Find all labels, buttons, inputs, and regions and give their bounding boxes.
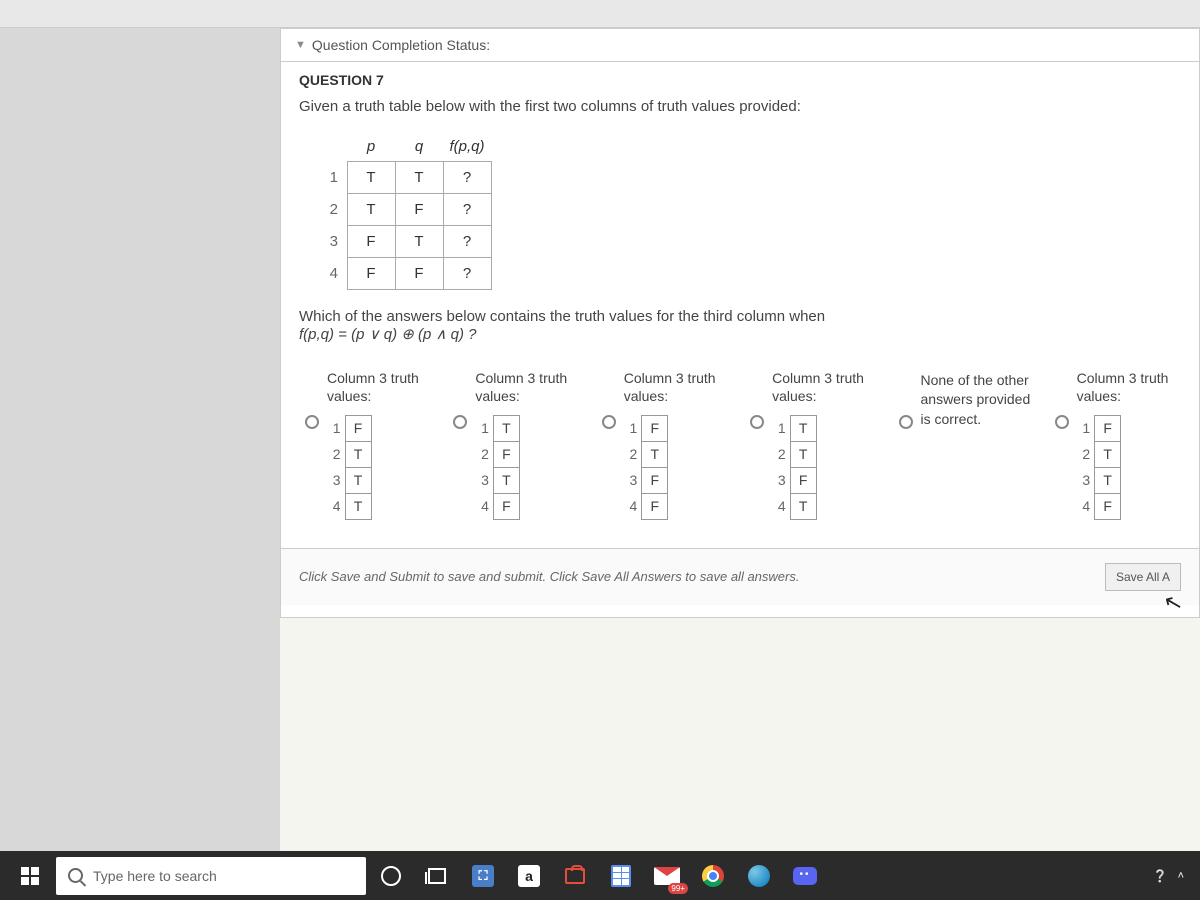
footer-bar: Click Save and Submit to save and submit… — [281, 548, 1199, 605]
option-c[interactable]: Column 3 truth values: 1F 2T 3F 4F — [602, 369, 728, 520]
tray-chevron-up-icon[interactable]: ˄ — [1178, 870, 1184, 882]
option-heading: Column 3 truth values: — [475, 369, 579, 405]
task-view-icon[interactable] — [416, 856, 458, 896]
truth-table: p q f(p,q) 1 T T ? 2 T F ? 3 — [321, 133, 492, 290]
calculator-icon[interactable] — [600, 856, 642, 896]
radio-icon[interactable] — [453, 415, 467, 429]
th-fpq: f(p,q) — [443, 133, 491, 161]
option-a-table: 1F 2T 3T 4T — [327, 415, 372, 520]
none-option-text: None of the other answers provided is co… — [921, 371, 1033, 430]
radio-icon[interactable] — [602, 415, 616, 429]
browser-chrome-top — [0, 0, 1200, 28]
amazon-icon[interactable]: a — [508, 856, 550, 896]
option-d-table: 1T 2T 3F 4T — [772, 415, 817, 520]
option-b[interactable]: Column 3 truth values: 1T 2F 3T 4F — [453, 369, 579, 520]
radio-icon[interactable] — [750, 415, 764, 429]
option-b-table: 1T 2F 3T 4F — [475, 415, 520, 520]
table-row: 1 T T ? — [321, 161, 491, 193]
save-all-answers-button[interactable]: Save All A — [1105, 563, 1181, 591]
taskbar-search[interactable]: Type here to search — [56, 857, 366, 895]
table-row: 4 F F ? — [321, 257, 491, 289]
radio-icon[interactable] — [1055, 415, 1069, 429]
option-none[interactable]: None of the other answers provided is co… — [899, 369, 1033, 430]
option-c-table: 1F 2T 3F 4F — [624, 415, 669, 520]
microsoft-store-icon[interactable]: ⛶ — [462, 856, 504, 896]
table-row: 3 F T ? — [321, 225, 491, 257]
th-p: p — [347, 133, 395, 161]
cortana-icon[interactable] — [370, 856, 412, 896]
tray-help-icon[interactable]: ❔ — [1153, 869, 1168, 883]
radio-icon[interactable] — [899, 415, 913, 429]
question-number: QUESTION 7 — [281, 62, 1199, 94]
option-f[interactable]: Column 3 truth values: 1F 2T 3T 4F — [1055, 369, 1181, 520]
chrome-icon[interactable] — [692, 856, 734, 896]
content-area: ▼ Question Completion Status: QUESTION 7… — [280, 28, 1200, 851]
windows-logo-icon — [21, 867, 39, 885]
table-row: 2 T F ? — [321, 193, 491, 225]
windows-taskbar: Type here to search ⛶ a 99+ ❔ ˄ — [0, 851, 1200, 900]
sub-prompt: Which of the answers below contains the … — [299, 308, 1181, 343]
question-completion-status-bar[interactable]: ▼ Question Completion Status: — [280, 28, 1200, 62]
system-tray[interactable]: ❔ ˄ — [1153, 869, 1192, 883]
footer-hint: Click Save and Submit to save and submit… — [299, 569, 799, 584]
question-panel: QUESTION 7 Given a truth table below wit… — [280, 62, 1200, 618]
question-body: Given a truth table below with the first… — [281, 94, 1199, 520]
mail-icon[interactable]: 99+ — [646, 856, 688, 896]
option-heading: Column 3 truth values: — [624, 369, 728, 405]
option-a[interactable]: Column 3 truth values: 1F 2T 3T 4T — [305, 369, 431, 520]
option-heading: Column 3 truth values: — [327, 369, 431, 405]
option-f-table: 1F 2T 3T 4F — [1077, 415, 1122, 520]
mail-badge: 99+ — [668, 883, 688, 894]
option-heading: Column 3 truth values: — [1077, 369, 1181, 405]
status-label: Question Completion Status: — [312, 37, 490, 53]
option-heading: Column 3 truth values: — [772, 369, 876, 405]
th-blank — [321, 133, 347, 161]
search-icon — [68, 868, 83, 883]
chevron-down-icon: ▼ — [295, 39, 306, 51]
th-q: q — [395, 133, 443, 161]
question-prompt: Given a truth table below with the first… — [299, 98, 1181, 115]
snip-icon[interactable] — [554, 856, 596, 896]
formula: f(p,q) = (p ∨ q) ⊕ (p ∧ q) ? — [299, 326, 477, 343]
options-row: Column 3 truth values: 1F 2T 3T 4T Colum… — [299, 369, 1181, 520]
radio-icon[interactable] — [305, 415, 319, 429]
search-placeholder: Type here to search — [93, 868, 217, 884]
start-button[interactable] — [8, 856, 52, 896]
option-d[interactable]: Column 3 truth values: 1T 2T 3F 4T — [750, 369, 876, 520]
discord-icon[interactable] — [784, 856, 826, 896]
globe-icon[interactable] — [738, 856, 780, 896]
